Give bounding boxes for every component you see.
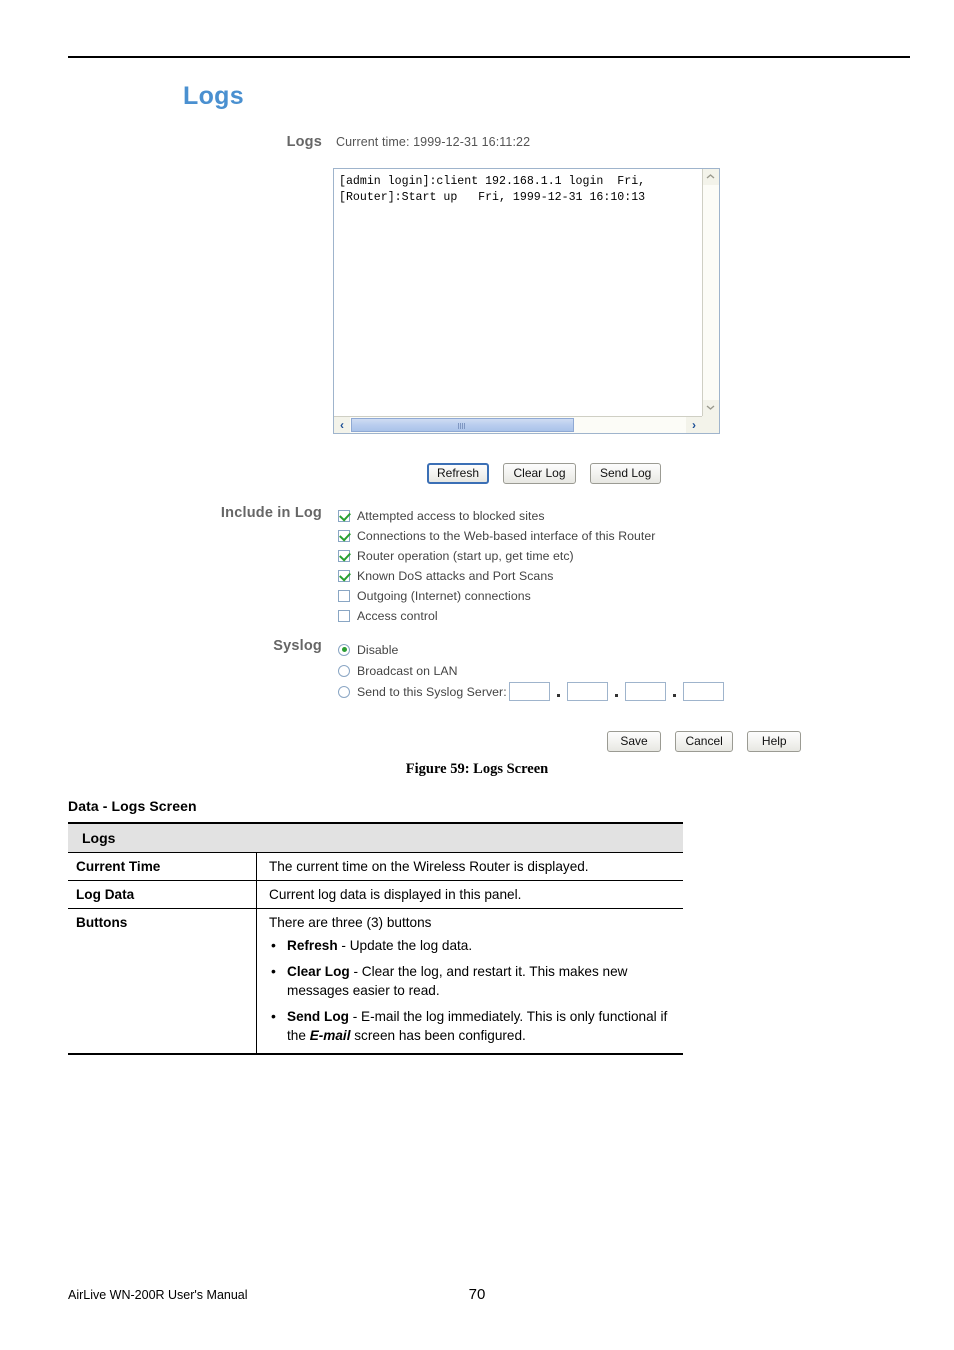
checkbox-icon[interactable] [338, 590, 350, 602]
table-row: Current Time The current time on the Wir… [68, 852, 683, 881]
checkbox-row-web-interface[interactable]: Connections to the Web-based interface o… [338, 526, 655, 546]
bullet-text: - Update the log data. [337, 938, 473, 953]
syslog-ip-octet-1[interactable] [508, 682, 550, 701]
bullet-emphasis: E-mail [309, 1028, 351, 1043]
syslog-options: Disable Broadcast on LAN Send to this Sy… [338, 639, 724, 702]
checkbox-label: Outgoing (Internet) connections [357, 589, 531, 603]
scroll-down-button[interactable] [703, 400, 719, 416]
scrollbar-corner [702, 416, 719, 433]
ip-separator-dot [556, 694, 560, 697]
bullet-text-after: screen has been configured. [350, 1028, 526, 1043]
checkbox-label: Known DoS attacks and Port Scans [357, 569, 554, 583]
table-row-value: Current log data is displayed in this pa… [256, 880, 683, 909]
help-button[interactable]: Help [747, 731, 802, 752]
checkbox-row-router-operation[interactable]: Router operation (start up, get time etc… [338, 546, 655, 566]
radio-row-broadcast-lan[interactable]: Broadcast on LAN [338, 660, 724, 681]
syslog-ip-octet-4[interactable] [682, 682, 724, 701]
horizontal-scroll-thumb[interactable] [351, 418, 574, 432]
table-header-row: Logs [68, 822, 683, 853]
table-row: Buttons There are three (3) buttons Refr… [68, 908, 683, 1055]
syslog-ip-octet-3[interactable] [624, 682, 666, 701]
figure-caption: Figure 59: Logs Screen [405, 761, 549, 777]
ip-separator-dot [672, 694, 676, 697]
log-data-text: [admin login]:client 192.168.1.1 login F… [339, 175, 646, 204]
footer-page-number: 70 [468, 1286, 486, 1303]
refresh-button[interactable]: Refresh [427, 463, 490, 484]
bullet-term: Send Log [287, 1009, 349, 1024]
radio-icon[interactable] [338, 664, 350, 677]
chevron-up-icon [706, 174, 715, 179]
form-action-buttons: Save Cancel Help [607, 731, 811, 752]
checkbox-icon[interactable] [338, 550, 350, 562]
table-row-key: Buttons [68, 908, 257, 1055]
buttons-intro-text: There are three (3) buttons [269, 915, 432, 930]
table-row-key: Log Data [68, 880, 257, 909]
radio-label: Send to this Syslog Server: [357, 684, 507, 699]
vertical-scrollbar[interactable] [702, 169, 719, 416]
current-time-text: Current time: 1999-12-31 16:11:22 [336, 135, 531, 149]
checkbox-label: Attempted access to blocked sites [357, 509, 545, 523]
checkbox-icon[interactable] [338, 570, 350, 582]
radio-label: Broadcast on LAN [357, 663, 458, 678]
buttons-bullet-list: Refresh - Update the log data. Clear Log… [269, 936, 673, 1045]
scroll-right-button[interactable]: › [686, 417, 702, 433]
radio-row-syslog-server[interactable]: Send to this Syslog Server: [338, 681, 724, 702]
radio-label: Disable [357, 642, 399, 657]
checkbox-label: Access control [357, 609, 438, 623]
list-item: Send Log - E-mail the log immediately. T… [271, 1007, 673, 1045]
table-row-value: The current time on the Wireless Router … [256, 852, 683, 881]
checkbox-row-access-control[interactable]: Access control [338, 606, 655, 626]
list-item: Refresh - Update the log data. [271, 936, 673, 955]
radio-icon[interactable] [338, 643, 350, 656]
checkbox-icon[interactable] [338, 610, 350, 622]
checkbox-row-dos-attacks[interactable]: Known DoS attacks and Port Scans [338, 566, 655, 586]
checkbox-icon[interactable] [338, 510, 350, 522]
clear-log-button[interactable]: Clear Log [503, 463, 576, 484]
include-in-log-options: Attempted access to blocked sites Connec… [338, 506, 655, 626]
checkbox-row-blocked-sites[interactable]: Attempted access to blocked sites [338, 506, 655, 526]
table-header-cell: Logs [68, 822, 683, 853]
bullet-term: Refresh [287, 938, 338, 953]
checkbox-row-outgoing-connections[interactable]: Outgoing (Internet) connections [338, 586, 655, 606]
syslog-label: Syslog [273, 638, 322, 654]
scroll-grip-icon [457, 423, 468, 429]
scroll-left-button[interactable]: ‹ [334, 417, 350, 433]
radio-row-disable[interactable]: Disable [338, 639, 724, 660]
include-in-log-label: Include in Log [220, 505, 322, 521]
bullet-term: Clear Log [287, 964, 350, 979]
send-log-button[interactable]: Send Log [589, 463, 662, 484]
log-buttons-group: Refresh Clear Log Send Log [427, 463, 671, 484]
syslog-ip-octet-2[interactable] [566, 682, 608, 701]
chevron-down-icon [706, 405, 715, 410]
table-row-value: There are three (3) buttons Refresh - Up… [256, 908, 683, 1055]
radio-icon[interactable] [338, 685, 350, 698]
horizontal-scrollbar[interactable]: ‹ › [334, 416, 702, 433]
cancel-button[interactable]: Cancel [675, 731, 733, 752]
logs-section-label: Logs [286, 134, 322, 150]
table-row: Log Data Current log data is displayed i… [68, 880, 683, 909]
log-data-panel[interactable]: [admin login]:client 192.168.1.1 login F… [333, 168, 720, 434]
save-button[interactable]: Save [607, 731, 661, 752]
data-table: Logs Current Time The current time on th… [68, 822, 683, 1055]
scroll-up-button[interactable] [703, 169, 719, 185]
syslog-server-ip-input-group [508, 682, 724, 701]
table-row-key: Current Time [68, 852, 257, 881]
data-table-title: Data - Logs Screen [68, 798, 197, 814]
list-item: Clear Log - Clear the log, and restart i… [271, 962, 673, 1000]
ip-separator-dot [614, 694, 618, 697]
checkbox-label: Connections to the Web-based interface o… [357, 529, 656, 543]
router-config-screen: Logs Current time: 1999-12-31 16:11:22 [… [0, 0, 954, 760]
checkbox-icon[interactable] [338, 530, 350, 542]
checkbox-label: Router operation (start up, get time etc… [357, 549, 574, 563]
